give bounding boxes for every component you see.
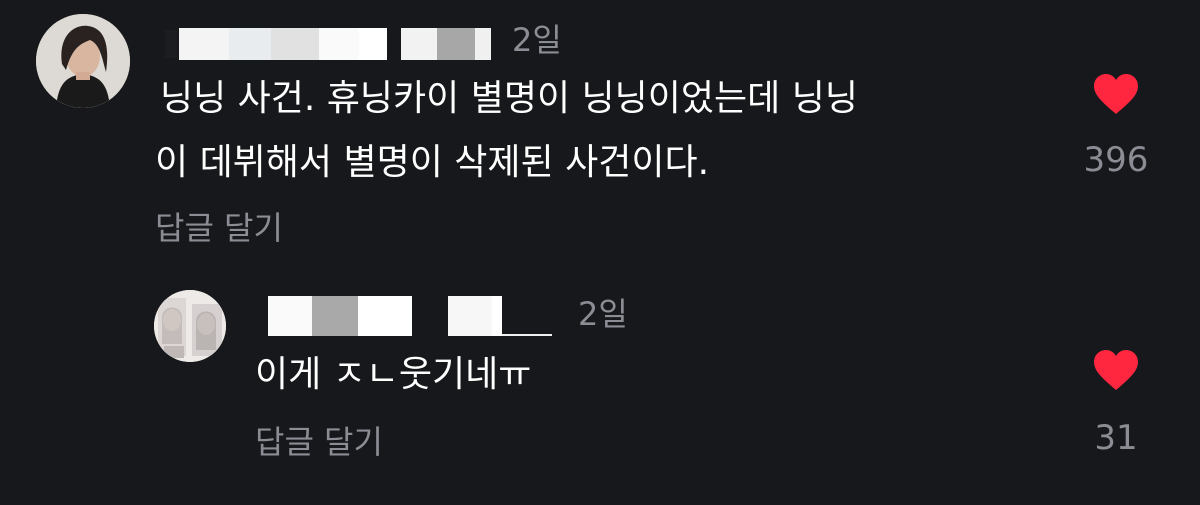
avatar-image	[154, 290, 226, 362]
avatar[interactable]	[154, 290, 226, 362]
like-count: 396	[1083, 140, 1149, 180]
reply-text: 이게 ㅈㄴ웃기네ㅠ	[255, 354, 532, 395]
heart-icon	[1094, 350, 1138, 390]
comment-text-line-1: 닝닝 사건. 휴닝카이 별명이 닝닝이었는데 닝닝	[160, 78, 858, 119]
avatar[interactable]	[36, 14, 130, 108]
avatar-image	[36, 14, 130, 108]
username-censored[interactable]	[268, 296, 586, 336]
comment-time: 2일	[512, 21, 562, 59]
reply-button[interactable]: 답글 달기	[155, 208, 283, 248]
reply-time: 2일	[578, 295, 628, 333]
like-count: 31	[1094, 418, 1138, 458]
comment-text-line-2: 이 데뷔해서 별명이 삭제된 사건이다.	[155, 142, 710, 183]
like-button[interactable]: 31	[1076, 348, 1156, 458]
heart-icon	[1094, 74, 1138, 114]
username-censored[interactable]	[165, 28, 500, 60]
reply-button[interactable]: 답글 달기	[255, 422, 383, 462]
like-button[interactable]: 396	[1076, 72, 1156, 180]
